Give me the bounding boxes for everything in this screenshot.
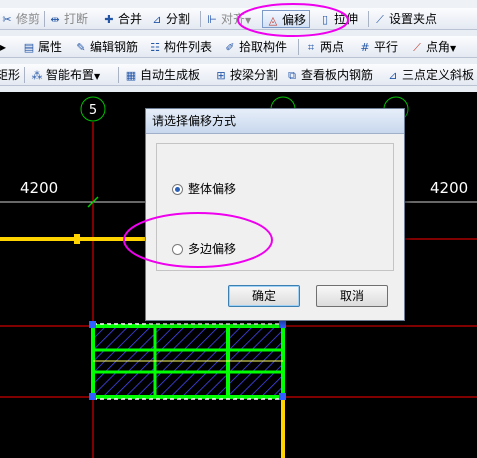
highlight-ellipse-offset xyxy=(237,3,349,37)
annotation-overlay xyxy=(123,3,349,268)
highlight-ellipse-multi xyxy=(123,212,273,268)
